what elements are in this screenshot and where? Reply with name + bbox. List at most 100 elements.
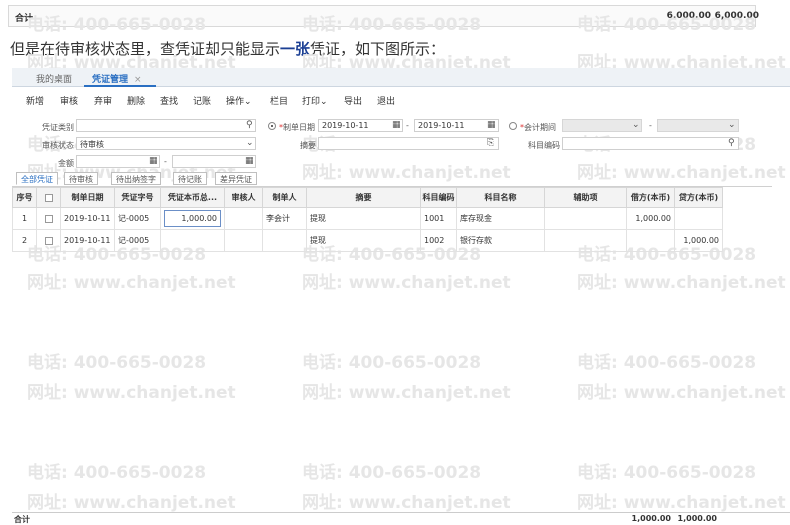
col-header-summary[interactable]: 摘要	[306, 187, 421, 208]
toolbar-exit-button[interactable]: 退出	[377, 94, 395, 107]
row-checkbox[interactable]	[44, 214, 53, 223]
period-radio[interactable]	[509, 122, 517, 130]
top-total-credit: 6,000.00	[714, 11, 759, 21]
cell-account-code: 1002	[420, 229, 457, 252]
total-edit-cell[interactable]: 1,000.00	[164, 210, 221, 227]
bottom-total-bar: 合计 1,000.00 1,000.00	[12, 512, 790, 524]
subtab-pending-cashier[interactable]: 待出纳签字	[111, 172, 161, 185]
date-from-input[interactable]: 2019-10-11	[318, 119, 403, 132]
account-code-input[interactable]	[562, 137, 739, 150]
tab-strip: 我的桌面 凭证管理 ×	[12, 68, 790, 87]
date-radio[interactable]	[268, 122, 276, 130]
bottom-total-label: 合计	[14, 515, 30, 524]
col-header-debit[interactable]: 借方(本币)	[626, 187, 675, 208]
summary-input[interactable]	[318, 137, 499, 150]
close-icon[interactable]: ×	[134, 75, 142, 85]
calculator-icon[interactable]: ▦	[245, 156, 254, 166]
cell-account-name: 库存现金	[456, 207, 545, 230]
period-from-select[interactable]	[562, 119, 642, 132]
col-header-seq[interactable]: 序号	[12, 187, 37, 208]
active-tab-indicator	[84, 85, 156, 87]
cell-seq: 1	[12, 207, 37, 230]
cell-account-code: 1001	[420, 207, 457, 230]
cell-voucher-no[interactable]: 记-0005	[114, 229, 161, 252]
top-total-label: 合计	[15, 14, 34, 24]
cell-credit: 1,000.00	[674, 229, 723, 252]
search-icon[interactable]: ⚲	[246, 120, 253, 130]
filter-panel: 凭证类别 ⚲ 审核状态 待审核 ⌄ 金额 ▦ - ▦ *制单日期 2019-10…	[12, 114, 790, 174]
cell-total[interactable]: 1,000.00	[160, 207, 225, 230]
toolbar-operations-menu[interactable]: 操作⌄	[226, 94, 252, 107]
caption-suffix: 凭证，如下图所示：	[310, 40, 446, 58]
chevron-down-icon[interactable]: ⌄	[728, 120, 736, 130]
voucher-type-input[interactable]	[76, 119, 256, 132]
toolbar-find-button[interactable]: 查找	[160, 94, 178, 107]
toolbar-delete-button[interactable]: 删除	[127, 94, 145, 107]
amount-from-input[interactable]	[76, 155, 160, 168]
col-header-credit[interactable]: 贷方(本币)	[674, 187, 723, 208]
amount-to-input[interactable]	[172, 155, 256, 168]
period-radio-label: *会计期间	[520, 123, 556, 132]
toolbar-columns-button[interactable]: 栏目	[270, 94, 288, 107]
col-header-auditor[interactable]: 审核人	[224, 187, 263, 208]
col-header-account-code[interactable]: 科目编码	[420, 187, 457, 208]
cell-select[interactable]	[36, 229, 61, 252]
cell-auditor	[224, 229, 263, 252]
cell-maker	[262, 229, 307, 252]
col-header-aux[interactable]: 辅助项	[544, 187, 627, 208]
cell-seq: 2	[12, 229, 37, 252]
voucher-grid: 序号 制单日期 凭证字号 凭证本币总... 审核人 制单人 摘要 科目编码 科目…	[12, 186, 772, 512]
search-icon[interactable]: ⚲	[728, 138, 735, 148]
select-all-checkbox[interactable]	[44, 193, 53, 202]
period-to-select[interactable]	[657, 119, 739, 132]
date-radio-label: *制单日期	[279, 123, 315, 132]
period-range-separator: -	[649, 121, 652, 130]
calendar-icon[interactable]: ▦	[392, 120, 401, 130]
cell-account-name: 银行存款	[456, 229, 545, 252]
summary-label: 摘要	[300, 141, 316, 150]
calendar-icon[interactable]: ▦	[487, 120, 496, 130]
table-row[interactable]: 2 2019-10-11 记-0005 提现 1002 银行存款 1,000.0…	[12, 229, 723, 252]
toolbar-print-menu[interactable]: 打印⌄	[302, 94, 328, 107]
cell-debit: 1,000.00	[626, 207, 675, 230]
cell-select[interactable]	[36, 207, 61, 230]
chevron-down-icon[interactable]: ⌄	[246, 138, 254, 148]
calculator-icon[interactable]: ▦	[149, 156, 158, 166]
tab-voucher-management[interactable]: 凭证管理 ×	[92, 72, 142, 85]
amount-label: 金额	[58, 159, 74, 168]
cell-summary: 提现	[306, 207, 421, 230]
toolbar: 新增 审核 弃审 删除 查找 记账 操作⌄ 栏目 打印⌄ 导出 退出	[12, 88, 790, 110]
cell-date: 2019-10-11	[60, 229, 115, 252]
row-checkbox[interactable]	[44, 236, 53, 245]
caption-prefix: 但是在待审核状态里，查凭证却只能显示	[10, 40, 281, 58]
reference-icon[interactable]: ⎘	[487, 138, 494, 148]
audit-status-select[interactable]: 待审核	[76, 137, 256, 150]
subtab-pending-post[interactable]: 待记账	[173, 172, 207, 185]
toolbar-audit-button[interactable]: 审核	[60, 94, 78, 107]
col-header-date[interactable]: 制单日期	[60, 187, 115, 208]
col-header-total[interactable]: 凭证本币总...	[160, 187, 225, 208]
bottom-total-credit: 1,000.00	[677, 514, 717, 523]
toolbar-post-button[interactable]: 记账	[193, 94, 211, 107]
subtab-all[interactable]: 全部凭证	[16, 172, 58, 185]
toolbar-export-button[interactable]: 导出	[344, 94, 362, 107]
cell-summary: 提现	[306, 229, 421, 252]
chevron-down-icon[interactable]: ⌄	[632, 120, 640, 130]
col-header-account-name[interactable]: 科目名称	[456, 187, 545, 208]
tab-my-desktop[interactable]: 我的桌面	[36, 72, 72, 85]
table-row[interactable]: 1 2019-10-11 记-0005 1,000.00 李会计 提现 1001…	[12, 207, 723, 230]
cell-voucher-no[interactable]: 记-0005	[114, 207, 161, 230]
toolbar-new-button[interactable]: 新增	[26, 94, 44, 107]
date-range-separator: -	[406, 121, 409, 130]
col-header-maker[interactable]: 制单人	[262, 187, 307, 208]
col-header-voucher-no[interactable]: 凭证字号	[114, 187, 161, 208]
article-caption: 但是在待审核状态里，查凭证却只能显示一张凭证，如下图所示：	[10, 38, 445, 59]
col-header-select[interactable]	[36, 187, 61, 208]
toolbar-unaudit-button[interactable]: 弃审	[94, 94, 112, 107]
voucher-table: 序号 制单日期 凭证字号 凭证本币总... 审核人 制单人 摘要 科目编码 科目…	[12, 187, 723, 252]
cell-auditor	[224, 207, 263, 230]
subtab-diff[interactable]: 差异凭证	[215, 172, 257, 185]
subtab-pending-audit[interactable]: 待审核	[64, 172, 98, 185]
account-code-label: 科目编码	[528, 141, 560, 150]
cell-aux	[544, 229, 627, 252]
